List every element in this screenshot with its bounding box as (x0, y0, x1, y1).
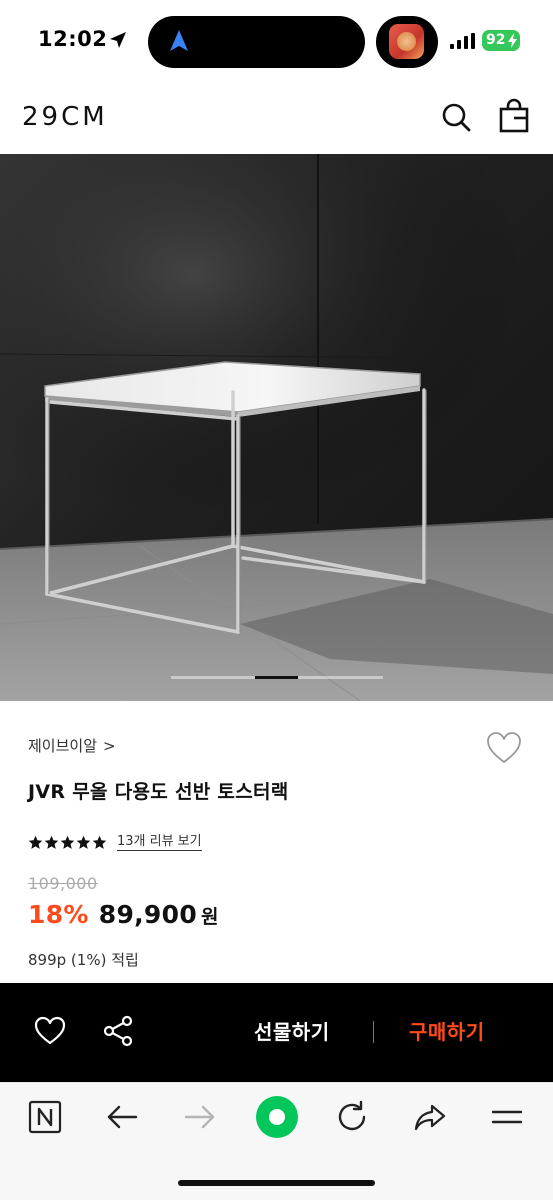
search-icon[interactable] (440, 101, 472, 133)
charging-bolt-icon (508, 33, 517, 48)
star-icon (92, 835, 107, 849)
rating-stars (28, 835, 107, 850)
hamburger-menu-icon[interactable] (489, 1099, 525, 1135)
site-logo[interactable]: 29CM (22, 102, 108, 132)
buy-button[interactable]: 구매하기 (409, 1016, 485, 1045)
original-price: 109,000 (28, 874, 98, 893)
location-arrow-icon (110, 32, 126, 48)
arrow-right-icon[interactable] (182, 1099, 218, 1135)
reload-icon[interactable] (334, 1099, 370, 1135)
navigation-arrow-icon (170, 30, 188, 51)
review-link[interactable]: 13개 리뷰 보기 (117, 834, 202, 851)
browser-toolbar (0, 1082, 553, 1200)
site-header: 29CM (0, 84, 553, 154)
currency-unit: 원 (201, 906, 219, 928)
gift-button[interactable]: 선물하기 (254, 1016, 330, 1045)
carousel-indicator-active (255, 676, 298, 679)
arrow-left-icon[interactable] (104, 1099, 140, 1135)
brand-link[interactable]: 제이브이알 > (28, 735, 116, 759)
n-tab-icon[interactable] (27, 1099, 63, 1135)
battery-level: 92 (486, 32, 506, 48)
sale-price: 89,900 (98, 900, 198, 929)
star-icon (76, 835, 91, 849)
status-time: 12:02 (38, 27, 108, 51)
discount-rate: 18% (28, 900, 89, 929)
share-icon[interactable] (103, 1015, 133, 1047)
brand-name: 제이브이알 (28, 737, 98, 755)
naver-green-dot-icon[interactable] (254, 1094, 300, 1140)
heart-outline-icon[interactable] (34, 1016, 66, 1046)
carousel-indicator (171, 676, 383, 679)
battery-indicator: 92 (482, 30, 520, 51)
star-icon (28, 835, 43, 849)
star-icon (60, 835, 75, 849)
purchase-action-bar: 선물하기 구매하기 (0, 983, 553, 1082)
heart-outline-icon[interactable] (486, 731, 522, 765)
product-image[interactable] (0, 154, 553, 701)
app-thumbnail-icon (389, 24, 424, 59)
home-indicator (178, 1180, 375, 1186)
product-photo-toaster-rack (0, 154, 553, 701)
status-bar: 12:02 92 (0, 0, 553, 84)
star-icon (44, 835, 59, 849)
rating-row: 13개 리뷰 보기 (28, 832, 202, 852)
chevron-right-icon: > (103, 737, 116, 755)
price-row: 18% 89,900 원 (28, 900, 219, 929)
live-activity-app (376, 16, 438, 68)
cellular-signal-icon (450, 33, 475, 49)
action-divider (373, 1021, 374, 1043)
forward-share-icon[interactable] (412, 1099, 448, 1135)
shopping-bag-icon[interactable] (498, 98, 530, 134)
reward-points: 899p (1%) 적립 (28, 951, 139, 969)
product-title: JVR 무올 다용도 선반 토스터랙 (28, 781, 289, 803)
